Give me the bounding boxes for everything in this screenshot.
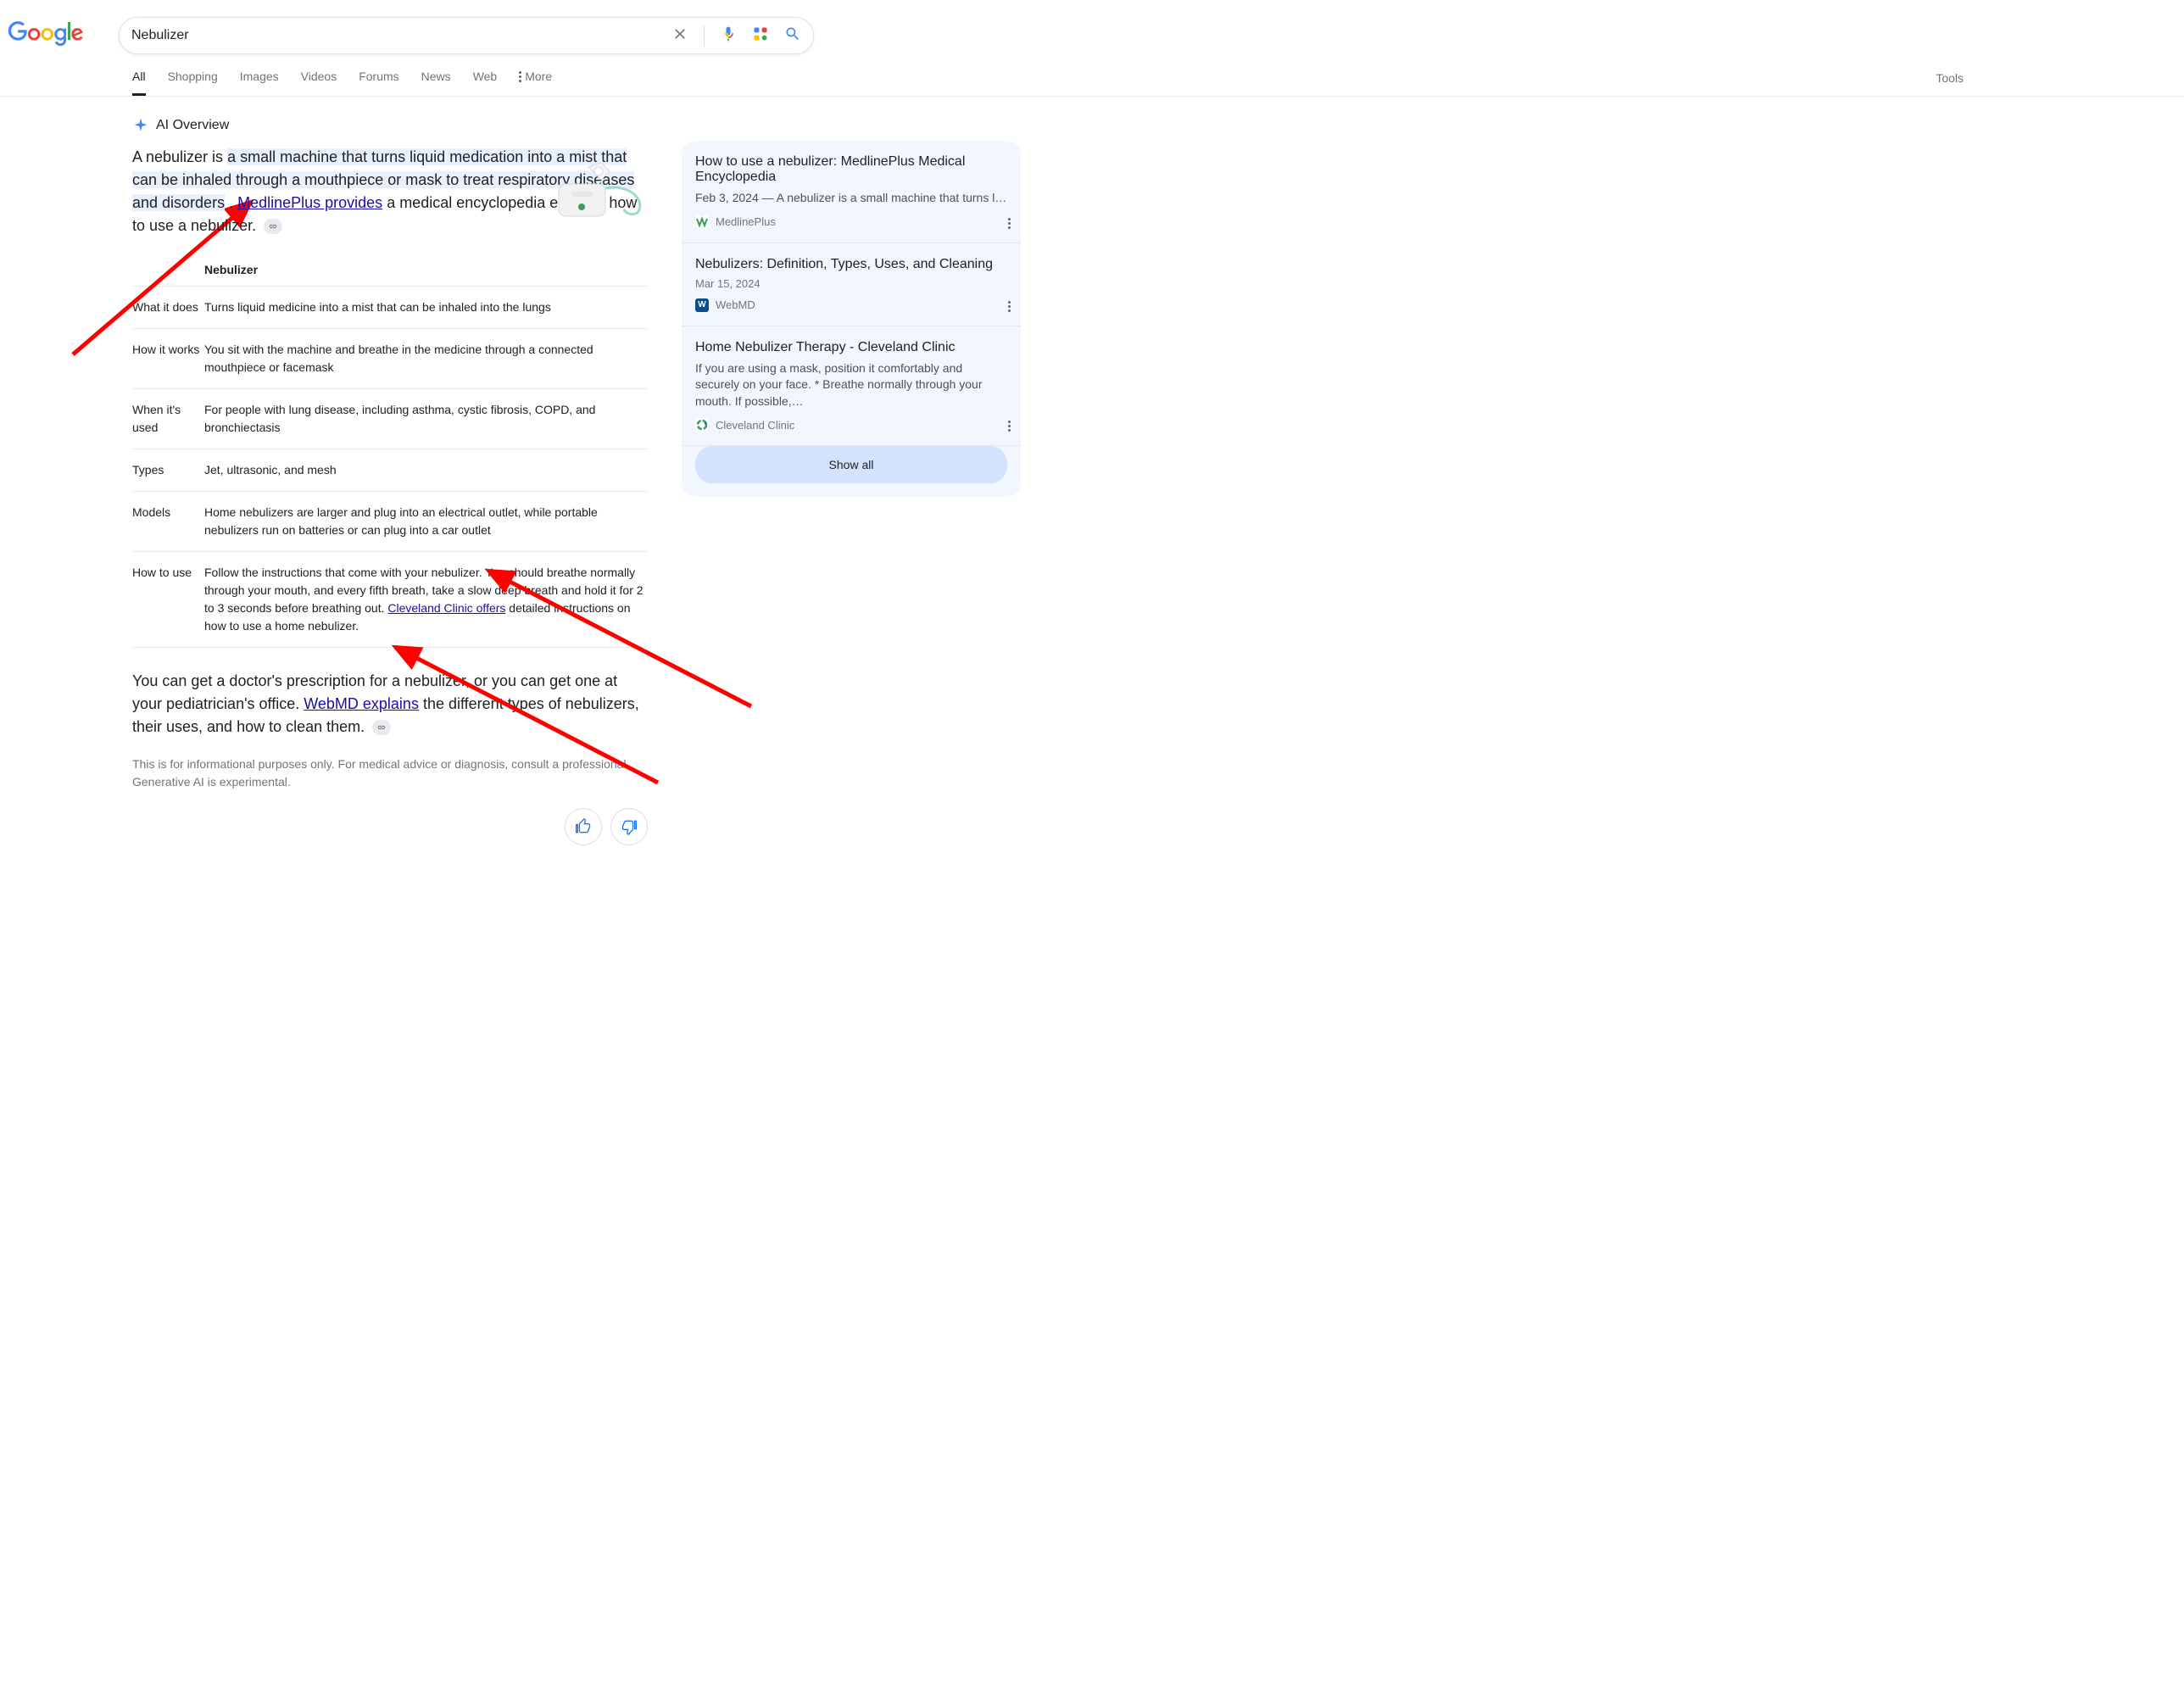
medline-favicon (695, 215, 709, 229)
table-row: ModelsHome nebulizers are larger and plu… (132, 491, 648, 551)
tab-images[interactable]: Images (240, 70, 279, 96)
search-bar (119, 17, 814, 54)
sparkle-icon (132, 117, 149, 134)
source-title: Nebulizers: Definition, Types, Uses, and… (695, 257, 1007, 272)
medlineplus-link[interactable]: MedlinePlus provides (237, 194, 382, 211)
source-date: Mar 15, 2024 (695, 277, 1007, 290)
tab-news[interactable]: News (421, 70, 451, 96)
citation-pill[interactable] (372, 720, 391, 735)
thumbs-up-button[interactable] (565, 808, 602, 845)
search-tabs: All Shopping Images Videos Forums News W… (132, 70, 552, 96)
show-all-button[interactable]: Show all (695, 446, 1007, 483)
tab-all[interactable]: All (132, 70, 146, 96)
source-site: WebMD (716, 298, 755, 311)
source-card: How to use a nebulizer: MedlinePlus Medi… (682, 141, 1021, 497)
webmd-link[interactable]: WebMD explains (304, 695, 419, 712)
table-row: How it worksYou sit with the machine and… (132, 328, 648, 388)
table-row: What it doesTurns liquid medicine into a… (132, 286, 648, 328)
tab-forums[interactable]: Forums (359, 70, 398, 96)
table-header: Nebulizer (132, 254, 648, 286)
source-menu-icon[interactable] (1008, 421, 1011, 432)
tools-button[interactable]: Tools (1936, 71, 2184, 95)
source-title: Home Nebulizer Therapy - Cleveland Clini… (695, 340, 1007, 355)
clear-icon[interactable] (671, 25, 688, 47)
table-row: TypesJet, ultrasonic, and mesh (132, 449, 648, 491)
source-site: Cleveland Clinic (716, 419, 794, 432)
citation-pill[interactable] (264, 219, 282, 234)
table-row: How to useFollow the instructions that c… (132, 551, 648, 648)
lens-icon[interactable] (752, 25, 769, 47)
ai-disclaimer: This is for informational purposes only.… (132, 755, 648, 791)
webmd-favicon: W (695, 298, 709, 312)
source-item[interactable]: Home Nebulizer Therapy - Cleveland Clini… (682, 326, 1021, 447)
source-snippet: Feb 3, 2024 — A nebulizer is a small mac… (695, 190, 1007, 207)
source-menu-icon[interactable] (1008, 301, 1011, 312)
source-snippet: If you are using a mask, position it com… (695, 360, 1007, 410)
source-title: How to use a nebulizer: MedlinePlus Medi… (695, 154, 1007, 185)
source-item[interactable]: How to use a nebulizer: MedlinePlus Medi… (682, 141, 1021, 243)
source-site: MedlinePlus (716, 215, 776, 228)
cleveland-favicon (695, 418, 709, 432)
tab-shopping[interactable]: Shopping (168, 70, 218, 96)
cleveland-clinic-link[interactable]: Cleveland Clinic offers (387, 601, 505, 615)
search-icon[interactable] (784, 25, 801, 47)
followup-text: You can get a doctor's prescription for … (132, 670, 648, 739)
tab-web[interactable]: Web (473, 70, 498, 96)
source-menu-icon[interactable] (1008, 218, 1011, 229)
nebulizer-image (546, 154, 652, 226)
ai-intro-text: A nebulizer is a small machine that turn… (132, 146, 648, 237)
ai-overview-label: AI Overview (132, 117, 229, 134)
table-row: When it's usedFor people with lung disea… (132, 388, 648, 449)
tab-videos[interactable]: Videos (301, 70, 337, 96)
search-input[interactable] (131, 28, 671, 43)
tab-more[interactable]: More (519, 70, 552, 96)
divider (704, 25, 705, 46)
mic-icon[interactable] (720, 25, 737, 47)
thumbs-down-button[interactable] (610, 808, 648, 845)
google-logo[interactable] (7, 21, 85, 51)
nebulizer-table: Nebulizer What it doesTurns liquid medic… (132, 254, 648, 648)
source-item[interactable]: Nebulizers: Definition, Types, Uses, and… (682, 243, 1021, 326)
